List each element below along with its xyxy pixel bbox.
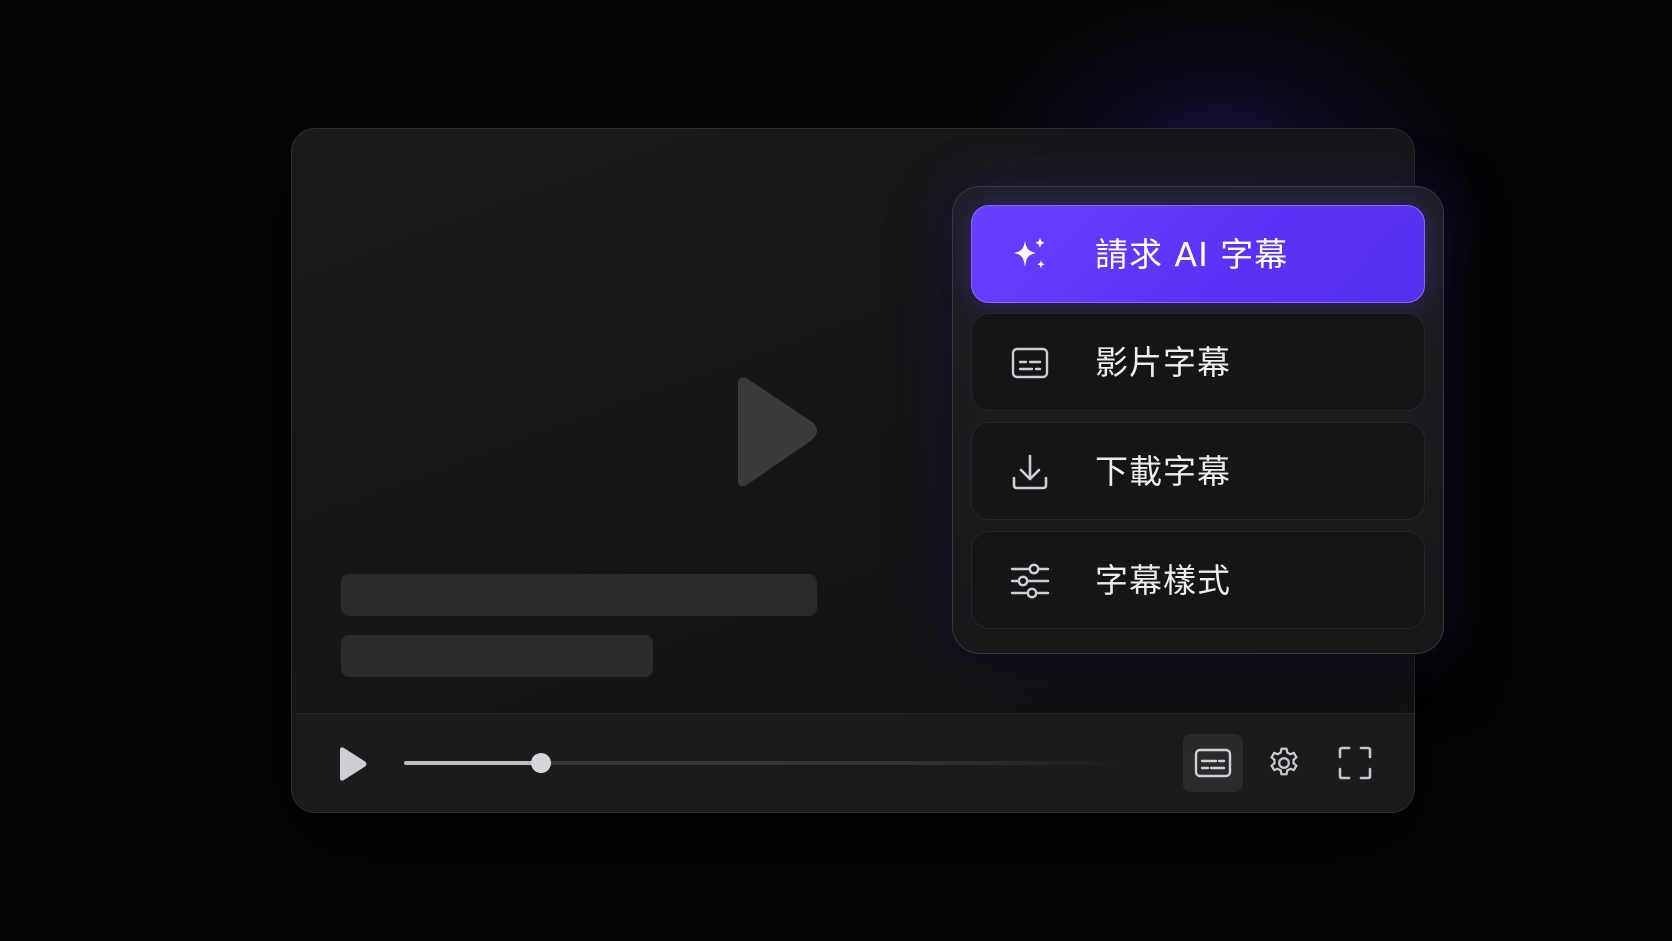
menu-item-subtitle-style[interactable]: 字幕樣式 xyxy=(971,531,1425,629)
fullscreen-button[interactable] xyxy=(1332,740,1378,786)
download-icon xyxy=(1010,452,1050,492)
progress-thumb[interactable] xyxy=(530,753,551,773)
fullscreen-icon xyxy=(1338,746,1372,780)
menu-item-request-ai-subtitles[interactable]: 請求 AI 字幕 xyxy=(971,205,1425,303)
control-bar xyxy=(292,713,1414,812)
menu-item-video-subtitles[interactable]: 影片字幕 xyxy=(971,313,1425,411)
progress-fill xyxy=(404,761,541,765)
sliders-icon xyxy=(1010,561,1050,601)
big-play-icon[interactable] xyxy=(724,374,824,492)
menu-item-download-subtitles[interactable]: 下載字幕 xyxy=(971,422,1425,520)
play-icon[interactable] xyxy=(336,746,368,782)
progress-track[interactable] xyxy=(404,753,1124,773)
subtitle-placeholder-line xyxy=(341,635,653,677)
subtitles-icon xyxy=(1010,343,1050,383)
menu-item-label: 下載字幕 xyxy=(1095,452,1231,491)
subtitle-placeholder-line xyxy=(341,574,817,616)
menu-item-label: 影片字幕 xyxy=(1095,343,1231,382)
menu-item-label: 請求 AI 字幕 xyxy=(1095,235,1289,274)
subtitle-menu: 請求 AI 字幕 影片字幕 下載字幕 字幕樣式 xyxy=(952,186,1444,654)
menu-item-label: 字幕樣式 xyxy=(1095,561,1231,600)
subtitles-icon xyxy=(1194,748,1232,778)
stage: 請求 AI 字幕 影片字幕 下載字幕 字幕樣式 xyxy=(0,0,1672,941)
sparkles-icon xyxy=(1010,235,1050,275)
gear-icon xyxy=(1270,747,1298,776)
settings-button[interactable] xyxy=(1261,740,1307,786)
captions-button[interactable] xyxy=(1183,734,1243,792)
